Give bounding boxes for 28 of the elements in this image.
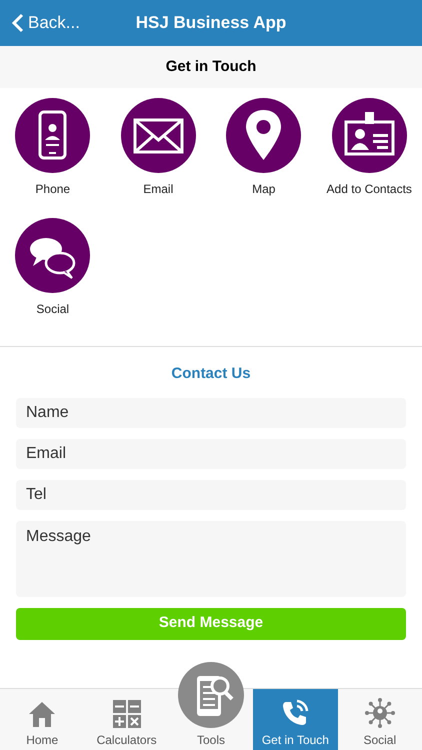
tab[interactable]: Calculators bbox=[84, 689, 169, 750]
action-label[interactable]: Phone bbox=[35, 180, 70, 198]
id-card-icon[interactable] bbox=[332, 98, 407, 173]
action-label[interactable]: Map bbox=[252, 180, 276, 198]
envelope-icon[interactable] bbox=[120, 98, 196, 173]
back-button[interactable]: Back... bbox=[0, 10, 80, 36]
speech-bubbles-icon[interactable] bbox=[15, 218, 90, 293]
tab[interactable]: Tools bbox=[168, 662, 254, 750]
network-icon bbox=[364, 698, 395, 728]
input-field[interactable]: Tel bbox=[16, 480, 406, 510]
action-label[interactable]: Email bbox=[143, 180, 174, 198]
message-field[interactable]: Message bbox=[16, 520, 406, 596]
phone-call-icon bbox=[280, 698, 310, 728]
chevron-left-icon bbox=[12, 13, 24, 33]
calculator-icon bbox=[112, 700, 141, 728]
input-field[interactable]: Name bbox=[16, 398, 406, 428]
map-pin-icon[interactable] bbox=[226, 98, 302, 173]
action-label[interactable]: Add to Contacts bbox=[326, 180, 412, 198]
phone-icon[interactable] bbox=[15, 98, 90, 173]
house-icon bbox=[28, 700, 56, 728]
contact-title: Contact Us bbox=[170, 364, 252, 384]
app-title: HSJ Business App bbox=[136, 12, 286, 34]
action-label[interactable]: Social bbox=[36, 300, 70, 318]
tab[interactable]: Social bbox=[338, 689, 422, 750]
tab[interactable]: Get in Touch bbox=[253, 689, 338, 750]
input-field[interactable]: Email bbox=[16, 438, 406, 468]
tab[interactable]: Home bbox=[0, 689, 84, 750]
section-header: Get in Touch bbox=[0, 46, 422, 88]
